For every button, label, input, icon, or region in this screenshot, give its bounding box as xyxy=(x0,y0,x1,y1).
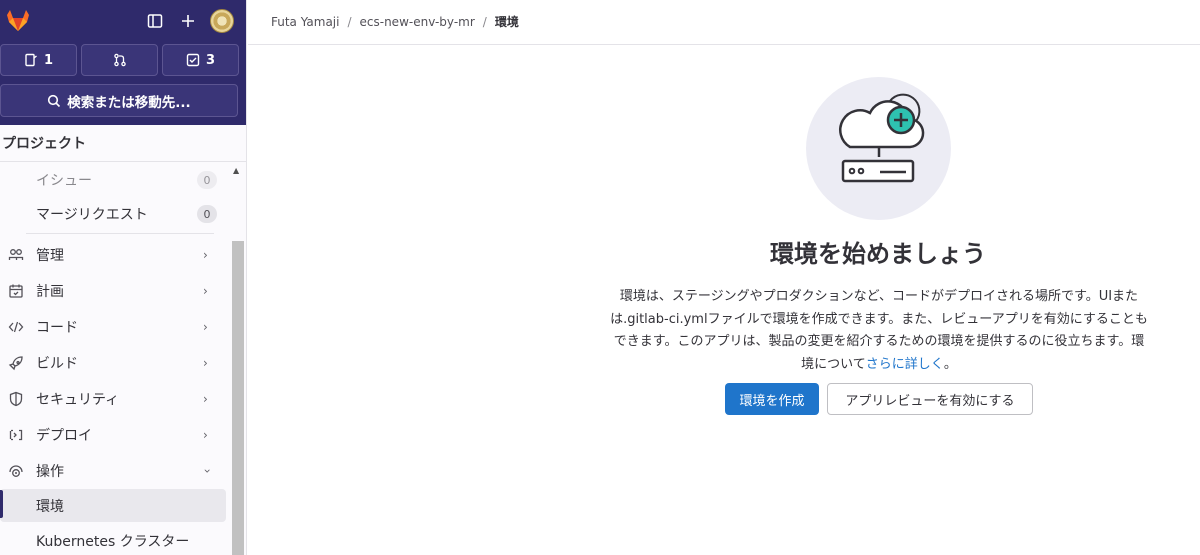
deploy-icon xyxy=(8,427,24,443)
count-badge: 0 xyxy=(197,205,217,223)
sidebar-item-code[interactable]: コード › xyxy=(0,310,226,343)
breadcrumb-current[interactable]: 環境 xyxy=(495,13,519,30)
sidebar-item-issues[interactable]: イシュー 0 xyxy=(0,163,226,196)
sidebar-item-label: 環境 xyxy=(36,498,64,515)
project-section-title: プロジェクト xyxy=(2,136,86,152)
breadcrumb-project[interactable]: ecs-new-env-by-mr xyxy=(360,15,475,29)
learn-more-link[interactable]: さらに詳しく xyxy=(866,357,944,372)
sidebar-item-label: 計画 xyxy=(36,283,64,300)
shield-icon xyxy=(8,391,24,407)
create-environment-button[interactable]: 環境を作成 xyxy=(725,383,819,415)
empty-state-description: 環境は、ステージングやプロダクションなど、コードがデプロイされる場所です。UIま… xyxy=(608,286,1150,376)
sidebar-item-label: マージリクエスト xyxy=(36,206,148,223)
sidebar-item-deploy[interactable]: デプロイ › xyxy=(0,418,226,451)
search-icon xyxy=(48,94,61,107)
users-icon xyxy=(8,247,24,263)
sidebar-item-security[interactable]: セキュリティ › xyxy=(0,382,226,415)
plus-icon[interactable] xyxy=(176,9,200,33)
monitor-icon xyxy=(8,463,24,479)
divider xyxy=(0,161,246,162)
sidebar-item-merge-requests[interactable]: マージリクエスト 0 xyxy=(0,197,226,230)
sidebar-item-label: Kubernetes クラスター xyxy=(36,533,190,550)
counter-row: 1 3 xyxy=(0,44,246,77)
chevron-right-icon: › xyxy=(203,355,208,370)
scroll-up-arrow-icon[interactable]: ▲ xyxy=(233,166,239,175)
sidebar: 1 3 検索または移動先... プロジェクト イシュー 0 マージリクエスト 0… xyxy=(0,0,247,555)
count-badge: 0 xyxy=(197,171,217,189)
todos-count: 3 xyxy=(205,52,216,68)
divider xyxy=(26,233,214,234)
breadcrumb: Futa Yamaji / ecs-new-env-by-mr / 環境 xyxy=(271,13,519,30)
issues-icon xyxy=(25,53,37,67)
code-icon xyxy=(8,319,24,335)
enable-review-app-button[interactable]: アプリレビューを有効にする xyxy=(827,383,1033,415)
sidebar-item-label: 操作 xyxy=(36,463,64,480)
chevron-right-icon: › xyxy=(203,283,208,298)
chevron-right-icon: › xyxy=(203,247,208,262)
rocket-icon xyxy=(8,355,24,371)
calendar-icon xyxy=(8,283,24,299)
environments-illustration xyxy=(806,77,951,220)
sidebar-header: 1 3 検索または移動先... xyxy=(0,0,246,125)
chevron-right-icon: › xyxy=(203,427,208,442)
breadcrumb-user[interactable]: Futa Yamaji xyxy=(271,15,339,29)
sidebar-item-label: デプロイ xyxy=(36,427,92,444)
avatar[interactable] xyxy=(210,9,234,33)
sidebar-item-label: 管理 xyxy=(36,247,64,264)
sidebar-item-plan[interactable]: 計画 › xyxy=(0,274,226,307)
sidebar-item-build[interactable]: ビルド › xyxy=(0,346,226,379)
search-label: 検索または移動先... xyxy=(67,94,191,111)
issues-counter-button[interactable]: 1 xyxy=(0,44,77,76)
scrollbar-thumb[interactable] xyxy=(232,241,244,555)
sidebar-item-kubernetes[interactable]: Kubernetes クラスター xyxy=(0,524,226,555)
description-trailing: 。 xyxy=(943,356,957,372)
sidebar-item-label: イシュー xyxy=(36,172,92,189)
sidebar-item-environments[interactable]: 環境 xyxy=(0,489,226,522)
active-indicator xyxy=(0,490,3,518)
merge-request-icon xyxy=(113,53,126,67)
chevron-down-icon: › xyxy=(200,468,215,473)
sidebar-item-manage[interactable]: 管理 › xyxy=(0,238,226,271)
issues-count: 1 xyxy=(43,52,54,68)
todos-counter-button[interactable]: 3 xyxy=(162,44,239,76)
sidebar-item-label: セキュリティ xyxy=(36,391,120,408)
sidebar-item-label: コード xyxy=(36,319,78,336)
chevron-right-icon: › xyxy=(203,391,208,406)
todo-icon xyxy=(186,53,200,67)
search-button[interactable]: 検索または移動先... xyxy=(0,84,238,117)
chevron-right-icon: › xyxy=(203,319,208,334)
breadcrumb-separator: / xyxy=(347,14,352,29)
empty-state-title: 環境を始めましょう xyxy=(770,240,986,268)
sidebar-item-label: ビルド xyxy=(36,355,78,372)
sidebar-toggle-icon[interactable] xyxy=(143,9,167,33)
breadcrumb-separator: / xyxy=(482,14,487,29)
top-bar: Futa Yamaji / ecs-new-env-by-mr / 環境 xyxy=(248,0,1200,45)
gitlab-logo-icon[interactable] xyxy=(5,8,31,34)
merge-requests-counter-button[interactable] xyxy=(81,44,158,76)
sidebar-item-operate[interactable]: 操作 › xyxy=(0,454,226,487)
